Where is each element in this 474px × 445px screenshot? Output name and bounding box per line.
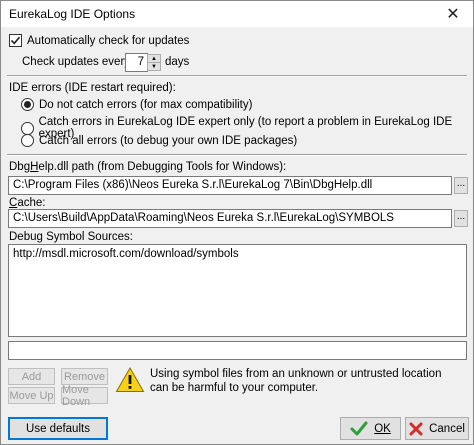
ide-errors-label: IDE errors (IDE restart required): <box>9 82 176 94</box>
options-dialog: EurekaLog IDE Options ✕ Automatically ch… <box>0 0 474 445</box>
label-part: elp.dll path (from Debugging Tools for W… <box>38 161 287 173</box>
cancel-button[interactable]: Cancel <box>405 417 469 440</box>
cache-browse-button[interactable]: ... <box>454 210 468 227</box>
radio-label: Do not catch errors (for max compatibili… <box>39 98 253 111</box>
checkbox-box[interactable] <box>9 34 22 47</box>
radio-selected-dot <box>24 101 31 108</box>
warning-icon <box>115 366 145 392</box>
auto-check-updates-label: Automatically check for updates <box>27 34 190 47</box>
move-down-button[interactable]: Move Down <box>61 384 108 408</box>
radio-button[interactable] <box>21 98 34 111</box>
cross-icon <box>409 422 423 435</box>
checkmark-icon <box>10 36 21 45</box>
cache-path-input[interactable]: C:\Users\Build\AppData\Roaming\Neos Eure… <box>8 209 452 228</box>
days-unit-label: days <box>165 56 190 68</box>
symbol-sources-list[interactable]: http://msdl.microsoft.com/download/symbo… <box>8 244 467 337</box>
divider <box>7 154 467 156</box>
checkmark-icon <box>350 421 368 436</box>
title-bar: EurekaLog IDE Options ✕ <box>1 1 473 27</box>
dbghelp-browse-button[interactable]: ... <box>454 177 468 194</box>
cancel-label: Cancel <box>429 422 465 435</box>
days-input[interactable]: 7 <box>125 53 148 72</box>
days-spinner[interactable]: ▲ ▼ <box>147 54 161 71</box>
dbghelp-label: DbgHelp.dll path (from Debugging Tools f… <box>9 161 286 173</box>
cache-label: Cache: <box>9 197 45 209</box>
ok-button[interactable]: OK <box>340 417 401 440</box>
check-every-label: Check updates every <box>22 56 131 68</box>
add-button[interactable]: Add <box>8 368 55 385</box>
ok-label: OK <box>374 422 391 435</box>
warning-text: Using symbol files from an unknown or un… <box>150 368 442 394</box>
label-part: ache: <box>17 197 46 209</box>
remove-button[interactable]: Remove <box>61 368 108 385</box>
radio-label: Catch all errors (to debug your own IDE … <box>39 134 298 147</box>
dbghelp-path-input[interactable]: C:\Program Files (x86)\Neos Eureka S.r.l… <box>8 176 452 195</box>
label-part: Dbg <box>9 161 31 173</box>
radio-button[interactable] <box>21 121 34 135</box>
spin-down-icon[interactable]: ▼ <box>148 63 160 71</box>
window-title: EurekaLog IDE Options <box>9 7 136 21</box>
new-symbol-source-input[interactable] <box>8 341 467 360</box>
radio-catch-all[interactable]: Catch all errors (to debug your own IDE … <box>21 134 297 147</box>
close-icon[interactable]: ✕ <box>433 1 473 27</box>
spin-up-icon[interactable]: ▲ <box>148 55 160 63</box>
move-up-button[interactable]: Move Up <box>8 387 55 404</box>
radio-button[interactable] <box>21 134 34 147</box>
radio-do-not-catch[interactable]: Do not catch errors (for max compatibili… <box>21 98 252 111</box>
symbol-sources-label: Debug Symbol Sources: <box>9 231 134 243</box>
divider <box>7 75 467 77</box>
auto-check-updates-checkbox[interactable]: Automatically check for updates <box>9 34 189 47</box>
use-defaults-button[interactable]: Use defaults <box>8 417 108 440</box>
list-item[interactable]: http://msdl.microsoft.com/download/symbo… <box>13 248 462 260</box>
